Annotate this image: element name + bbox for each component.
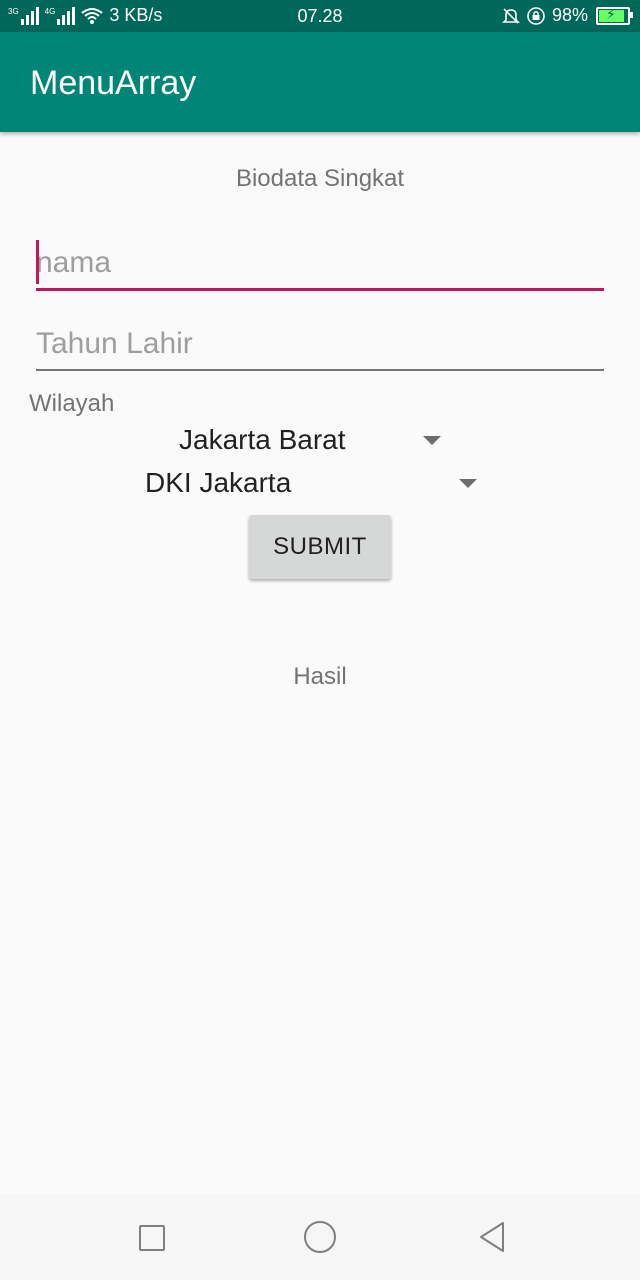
rotation-lock-icon <box>527 6 545 25</box>
mute-icon <box>502 7 520 24</box>
recent-apps-icon[interactable] <box>139 1225 165 1251</box>
tahun-lahir-underline <box>36 369 604 371</box>
app-bar: MenuArray <box>0 32 640 132</box>
status-right: 98% ⚡ <box>502 5 633 26</box>
battery-icon: ⚡ <box>596 5 633 25</box>
result-text: Hasil <box>293 663 347 690</box>
kota-spinner[interactable]: Jakarta Barat <box>179 424 441 456</box>
provinsi-spinner[interactable]: DKI Jakarta <box>145 467 477 499</box>
provinsi-selected: DKI Jakarta <box>145 467 292 498</box>
navigation-bar <box>0 1195 640 1280</box>
nama-input[interactable] <box>36 246 604 288</box>
nama-underline <box>36 288 604 291</box>
form-heading: Biodata Singkat <box>235 165 405 192</box>
dropdown-arrow-icon <box>423 435 441 445</box>
status-bar: 3G 4G 3 KB/s 07.28 98% ⚡ <box>0 0 640 32</box>
kota-selected: Jakarta Barat <box>179 424 346 455</box>
wilayah-label: Wilayah <box>29 390 115 417</box>
nama-field[interactable] <box>36 240 604 291</box>
tahun-lahir-field[interactable] <box>36 327 604 371</box>
dropdown-arrow-icon <box>459 478 477 488</box>
app-title: MenuArray <box>30 64 197 102</box>
tahun-lahir-input[interactable] <box>36 327 604 369</box>
submit-button[interactable]: SUBMIT <box>249 515 391 579</box>
text-cursor <box>36 240 39 284</box>
battery-percent: 98% <box>551 5 588 25</box>
charging-icon: ⚡ <box>606 5 616 22</box>
back-icon[interactable] <box>478 1221 506 1253</box>
home-icon[interactable] <box>304 1221 336 1253</box>
